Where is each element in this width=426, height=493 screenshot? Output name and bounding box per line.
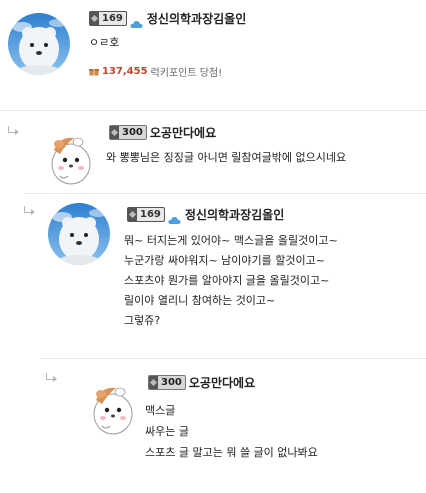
nickname[interactable]: 오공만다에요 <box>150 124 216 141</box>
comment-line: 스포츠 글 말고는 뭐 쓸 글이 없나봐요 <box>145 446 318 459</box>
level-gem-icon <box>90 11 99 25</box>
avatar[interactable] <box>88 380 138 436</box>
level-badge: 300 <box>148 374 186 390</box>
comment-text: ㅇㄹ호 <box>89 33 119 53</box>
level-gem-icon <box>149 375 158 389</box>
comment-line: 싸우는 글 <box>145 425 189 438</box>
comment-line: 뭐~ 터지는게 있어야~ 맥스글을 올릴것이고~ <box>124 234 338 247</box>
point-amount: 137,455 <box>102 66 148 77</box>
level-number: 300 <box>119 125 146 139</box>
level-gem-icon <box>110 125 119 139</box>
level-number: 169 <box>99 11 126 25</box>
level-gem-icon <box>128 207 137 221</box>
comment-2: 300 오공만다에요 와 뽕뽕님은 징징글 아니면 릴참여글밖에 없으시네요 <box>0 112 426 192</box>
comment-text: 와 뽕뽕님은 징징글 아니면 릴참여글밖에 없으시네요 <box>106 148 346 168</box>
gift-icon <box>89 67 99 76</box>
comment-line: ㅇㄹ호 <box>89 36 120 49</box>
comment-line: 와 뽕뽕님은 징징글 아니면 릴참여글밖에 없으시네요 <box>106 151 347 164</box>
comment-line: 누군가랑 싸야워지~ 남이야기를 할것이고~ <box>124 254 325 267</box>
comment-meta: 169 정신의학과장김올인 <box>127 206 284 224</box>
level-number: 169 <box>137 207 164 221</box>
cloud-icon <box>168 210 181 224</box>
comment-text: 맥스글 싸우는 글 스포츠 글 말고는 뭐 쓸 글이 없나봐요 <box>145 400 318 463</box>
comment-3: 169 정신의학과장김올인 뭐~ 터지는게 있어야~ 맥스글을 올릴것이고~ 누… <box>0 195 426 350</box>
divider <box>0 110 426 111</box>
nickname[interactable]: 정신의학과장김올인 <box>147 10 246 27</box>
nickname[interactable]: 오공만다에요 <box>189 374 255 391</box>
avatar[interactable] <box>48 203 110 265</box>
comment-meta: 300 오공만다에요 <box>148 374 255 390</box>
level-badge: 300 <box>109 124 147 140</box>
divider <box>24 193 426 194</box>
level-badge: 169 <box>89 10 127 26</box>
point-text: 럭키포인트 당첨! <box>150 68 223 79</box>
divider <box>40 358 426 359</box>
nickname[interactable]: 정신의학과장김올인 <box>185 206 284 223</box>
comment-line: 그렇쥬? <box>124 314 161 327</box>
comment-line: 릴이야 열리니 참여하는 것이고~ <box>124 294 276 307</box>
level-number: 300 <box>158 375 185 389</box>
comment-1: 169 정신의학과장김올인 ㅇㄹ호 137,455 럭키포인트 당첨! <box>0 0 426 100</box>
comment-line: 스포츠야 뭔가를 알아야지 글을 올릴것이고~ <box>124 274 330 287</box>
comment-4: 300 오공만다에요 맥스글 싸우는 글 스포츠 글 말고는 뭐 쓸 글이 없나… <box>0 360 426 493</box>
comment-text: 뭐~ 터지는게 있어야~ 맥스글을 올릴것이고~ 누군가랑 싸야워지~ 남이야기… <box>124 231 338 331</box>
cloud-icon <box>130 14 143 28</box>
lucky-point: 137,455 럭키포인트 당첨! <box>89 64 222 79</box>
comment-meta: 300 오공만다에요 <box>109 124 216 140</box>
avatar[interactable] <box>46 130 96 186</box>
level-badge: 169 <box>127 206 165 222</box>
comment-meta: 169 정신의학과장김올인 <box>89 10 246 28</box>
avatar[interactable] <box>8 13 70 75</box>
comment-line: 맥스글 <box>145 404 176 417</box>
